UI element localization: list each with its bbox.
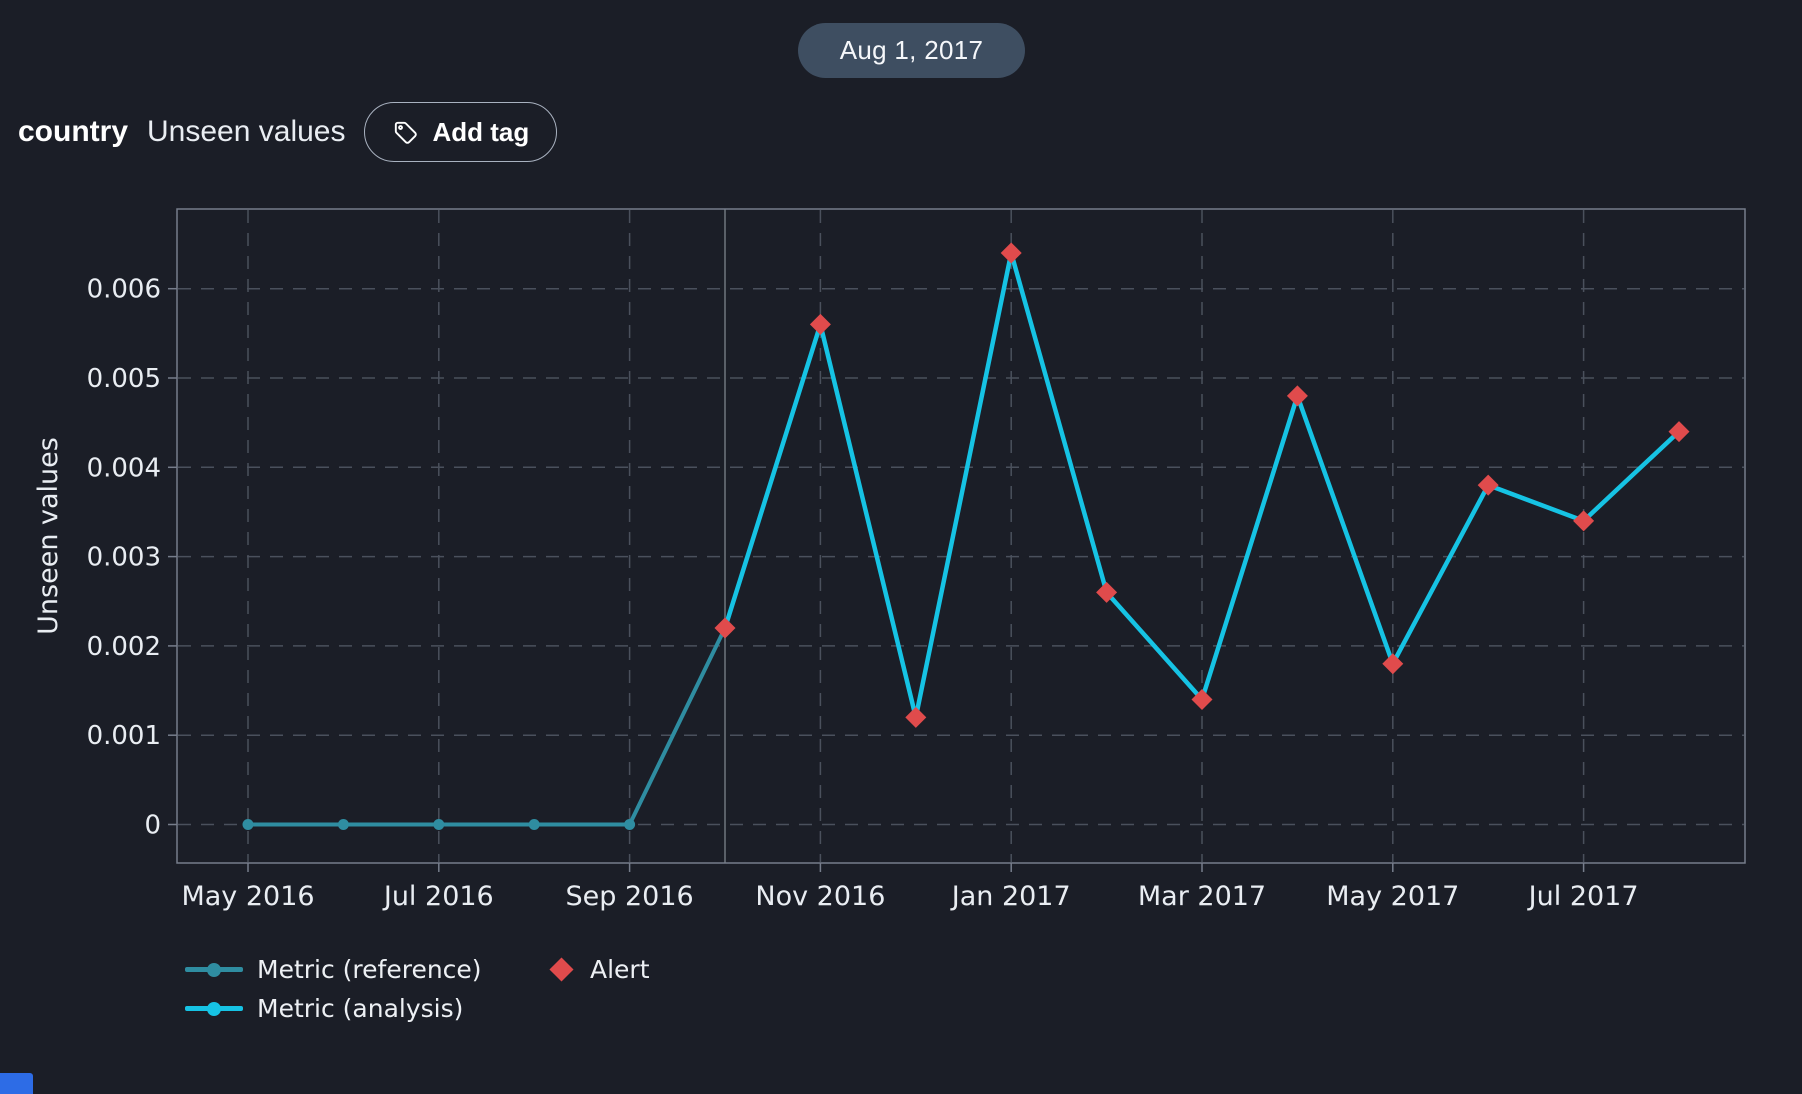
reference-line (248, 628, 725, 824)
alert-point-diamond[interactable] (810, 314, 831, 335)
bottom-left-partial-button[interactable] (0, 1073, 33, 1094)
legend-alert-diamond-icon (549, 957, 573, 981)
x-tick-label: Nov 2016 (755, 881, 885, 912)
alert-point-diamond[interactable] (1287, 385, 1308, 406)
alert-point-diamond[interactable] (1478, 475, 1499, 496)
plot-border (177, 209, 1745, 863)
x-tick-label: May 2017 (1326, 881, 1459, 912)
reference-point[interactable] (338, 819, 349, 830)
y-tick-label: 0.004 (87, 453, 161, 483)
alert-point-diamond[interactable] (715, 618, 736, 639)
x-tick-label: Mar 2017 (1138, 881, 1266, 912)
reference-point[interactable] (243, 819, 254, 830)
alert-point-diamond[interactable] (1001, 242, 1022, 263)
legend-analysis-label[interactable]: Metric (analysis) (257, 994, 507, 1023)
x-tick-label: Sep 2016 (566, 881, 694, 912)
legend-alert-label: Alert (590, 955, 650, 984)
line-chart: 0 0.001 0.002 0.003 0.004 0.005 0.006 May 2016 J… (0, 0, 1802, 1094)
reference-point[interactable] (433, 819, 444, 830)
x-tick-label: Jan 2017 (950, 881, 1071, 912)
y-tick-label: 0.006 (87, 275, 161, 305)
y-tick-label: 0.001 (87, 721, 161, 751)
x-tick-label: Jul 2016 (382, 881, 494, 912)
legend-analysis-swatch[interactable] (185, 1006, 243, 1011)
legend-alert-item[interactable]: Alert (549, 955, 650, 984)
legend-reference-swatch[interactable] (185, 967, 243, 972)
y-tick-label: 0.003 (87, 543, 161, 573)
x-tick-label: May 2016 (181, 881, 314, 912)
y-tick-label: 0 (144, 811, 161, 841)
reference-point[interactable] (529, 819, 540, 830)
reference-point[interactable] (624, 819, 635, 830)
alert-point-diamond[interactable] (1382, 653, 1403, 674)
alert-point-diamond[interactable] (905, 707, 926, 728)
y-tick-label: 0.005 (87, 364, 161, 394)
y-tick-label: 0.002 (87, 632, 161, 662)
legend-reference-label[interactable]: Metric (reference) (257, 955, 507, 984)
chart-legend: Metric (reference) Alert Metric (analysi… (185, 950, 650, 1028)
y-axis-title: Unseen values (33, 437, 64, 635)
x-tick-label: Jul 2017 (1527, 881, 1639, 912)
